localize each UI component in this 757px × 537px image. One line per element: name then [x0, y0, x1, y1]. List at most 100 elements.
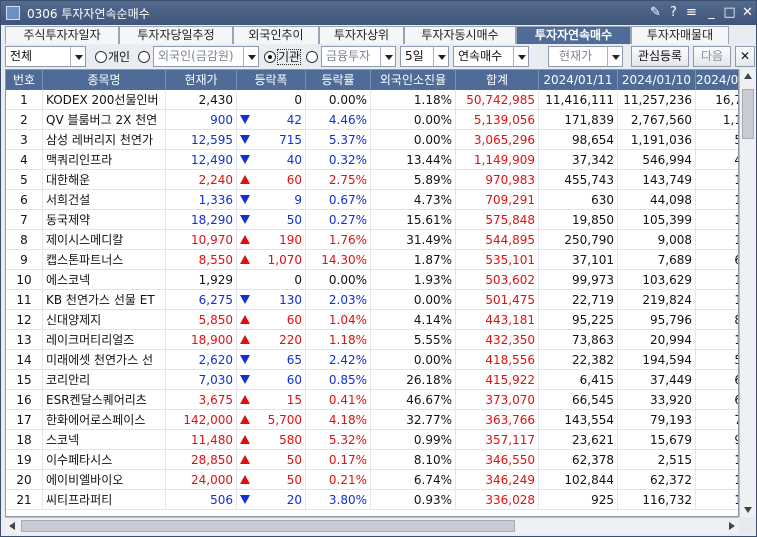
cell-rate: 0.41%: [306, 390, 371, 410]
scroll-down-icon[interactable]: [744, 507, 752, 513]
cell-name: 한화에어로스페이스: [43, 410, 166, 430]
scroll-thumb[interactable]: [742, 89, 754, 139]
table-row[interactable]: 9 캡스톤파트너스 8,550 1,070 14.30% 1.87% 535,101 37,1…: [6, 250, 738, 270]
cell-d3: 8: [696, 310, 738, 330]
tab-6[interactable]: 투자자매물대: [631, 26, 729, 44]
table-row[interactable]: 12 신대양제지 5,850 60 1.04% 4.14% 443,181 95,225 95,…: [6, 310, 738, 330]
chevron-down-icon[interactable]: [70, 47, 85, 66]
radio-icon[interactable]: [138, 51, 150, 63]
table-row[interactable]: 6서희건설1,33690.67%4.73%709,29163044,0981: [6, 190, 738, 210]
column-header[interactable]: 2024/01: [696, 70, 738, 90]
radio-institution-label: 기관: [277, 49, 302, 65]
tab-4[interactable]: 투자자동시매수: [404, 26, 516, 44]
column-header[interactable]: 번호: [6, 70, 43, 90]
table-row[interactable]: 17 한화에어로스페이스 142,000 5,700 4.18% 32.77% 363,76…: [6, 410, 738, 430]
column-header[interactable]: 등락폭: [237, 70, 306, 90]
table-row[interactable]: 21 씨티프라퍼티 506 20 3.80% 0.93% 336,028 925 116,732…: [6, 490, 738, 510]
scroll-up-icon[interactable]: [744, 73, 752, 79]
scroll-thumb[interactable]: [21, 520, 515, 532]
cell-rate: 1.76%: [306, 230, 371, 250]
watchlist-button[interactable]: 관심등록: [631, 46, 689, 67]
scroll-right-icon[interactable]: [729, 522, 735, 530]
tab-3[interactable]: 투자자상위: [319, 26, 404, 44]
institution-type-select[interactable]: 금융투자: [321, 46, 396, 67]
table-row[interactable]: 14 미래에셋 천연가스 선 2,620 65 2.42% 0.00% 418,556 22,…: [6, 350, 738, 370]
column-header[interactable]: 등락률: [306, 70, 371, 90]
cell-price: 28,850: [166, 450, 237, 470]
table-row[interactable]: 10 에스코넥 1,929 0 0.00% 1.93% 503,602 99,973 103,6…: [6, 270, 738, 290]
cell-d2: 44,098: [618, 190, 696, 210]
column-header[interactable]: 현재가: [166, 70, 237, 90]
chevron-down-icon[interactable]: [433, 47, 448, 66]
close-icon[interactable]: ✕: [739, 4, 756, 21]
close-panel-icon[interactable]: ✕: [735, 46, 755, 67]
table-row[interactable]: 16 ESR켄달스퀘어리츠 3,675 15 0.41% 46.67% 373,070 66,…: [6, 390, 738, 410]
table-row[interactable]: 3 삼성 레버리지 천연가 12,595 715 5.37% 0.00% 3,065,296…: [6, 130, 738, 150]
cell-d2: 194,594: [618, 350, 696, 370]
horizontal-scrollbar[interactable]: [5, 517, 739, 534]
cell-d1: 171,839: [539, 110, 618, 130]
table-row[interactable]: 2 QV 블룸버그 2X 천연 900 42 4.46% 0.00% 5,139,056 17…: [6, 110, 738, 130]
tab-2[interactable]: 외국인추이: [233, 26, 319, 44]
tab-0[interactable]: 주식투자자일자: [5, 26, 119, 44]
radio-individual[interactable]: 개인: [95, 48, 130, 66]
days-select[interactable]: 5일: [400, 46, 449, 67]
pin-icon[interactable]: ✎: [647, 4, 664, 21]
radio-foreign[interactable]: [138, 48, 151, 66]
column-header[interactable]: 종목명: [43, 70, 166, 90]
cell-no: 6: [6, 190, 43, 210]
vertical-scrollbar[interactable]: [739, 69, 756, 517]
table-row[interactable]: 4 맥쿼리인프라 12,490 40 0.32% 13.44% 1,149,909 37,34…: [6, 150, 738, 170]
chevron-down-icon[interactable]: [607, 47, 622, 66]
chevron-down-icon[interactable]: [513, 47, 528, 66]
cell-foreign: 5.55%: [371, 330, 456, 350]
radio-institution[interactable]: 기관: [264, 48, 302, 66]
menu-icon[interactable]: ≡: [683, 4, 700, 21]
window-title: 0306 투자자연속순매수: [27, 7, 150, 21]
price-type-select[interactable]: 현재가: [548, 46, 623, 67]
cell-change: 0: [237, 270, 306, 290]
scroll-left-icon[interactable]: [9, 522, 15, 530]
table-row[interactable]: 5 대한해운 2,240 60 2.75% 5.89% 970,983 455,743 143,…: [6, 170, 738, 190]
minimize-icon[interactable]: _: [703, 4, 720, 21]
arrow-down-icon: [240, 215, 250, 224]
app-window: 0306 투자자연속순매수 ✎ ? ≡ _ □ ✕ 주식투자자일자 투자자당일추정…: [0, 0, 757, 537]
column-header[interactable]: 외국인소진율: [371, 70, 456, 90]
arrow-up-icon: [240, 415, 250, 424]
column-header[interactable]: 2024/01/10: [618, 70, 696, 90]
cell-no: 3: [6, 130, 43, 150]
cell-d1: 66,545: [539, 390, 618, 410]
cell-price: 142,000: [166, 410, 237, 430]
table-row[interactable]: 20 에이비엘바이오 24,000 50 0.21% 6.74% 346,249 102,84…: [6, 470, 738, 490]
tab-1[interactable]: 투자자당일추정: [119, 26, 233, 44]
radio-finance[interactable]: [306, 48, 319, 66]
table-row[interactable]: 13 레이크머티리얼즈 18,900 220 1.18% 5.55% 432,350 73,8…: [6, 330, 738, 350]
market-select[interactable]: 전체: [5, 46, 86, 67]
cell-name: 이수페타시스: [43, 450, 166, 470]
foreign-select[interactable]: 외국인(금감원): [153, 46, 259, 67]
column-header[interactable]: 합계: [456, 70, 539, 90]
help-icon[interactable]: ?: [665, 4, 682, 21]
table-row[interactable]: 8 제이시스메디칼 10,970 190 1.76% 31.49% 544,895 250,7…: [6, 230, 738, 250]
maximize-icon[interactable]: □: [721, 4, 738, 21]
radio-icon[interactable]: [95, 51, 107, 63]
table-row[interactable]: 11 KB 천연가스 선물 ET 6,275 130 2.03% 0.00% 501,475…: [6, 290, 738, 310]
cell-d3: 6: [696, 390, 738, 410]
table-row[interactable]: 15 코리안리 7,030 60 0.85% 26.18% 415,922 6,415 37,4…: [6, 370, 738, 390]
chevron-down-icon[interactable]: [243, 47, 258, 66]
radio-icon[interactable]: [306, 51, 318, 63]
cell-total: 535,101: [456, 250, 539, 270]
table-row[interactable]: 19 이수페타시스 28,850 50 0.17% 8.10% 346,550 62,378 2…: [6, 450, 738, 470]
chevron-down-icon[interactable]: [380, 47, 395, 66]
tab-5[interactable]: 투자자연속매수: [516, 26, 631, 44]
table-row[interactable]: 18 스코넥 11,480 580 5.32% 0.99% 357,117 23,621 15,…: [6, 430, 738, 450]
cell-total: 373,070: [456, 390, 539, 410]
table-row[interactable]: 1 KODEX 200선물인버 2,430 0 0.00% 1.18% 50,742,985…: [6, 90, 738, 110]
radio-selected-icon[interactable]: [264, 51, 276, 63]
next-button[interactable]: 다음: [693, 46, 731, 67]
column-header[interactable]: 2024/01/11: [539, 70, 618, 90]
cell-total: 363,766: [456, 410, 539, 430]
mode-select[interactable]: 연속매수: [453, 46, 529, 67]
table-row[interactable]: 7 동국제약 18,290 50 0.27% 15.61% 575,848 19,850 105…: [6, 210, 738, 230]
cell-name: 스코넥: [43, 430, 166, 450]
